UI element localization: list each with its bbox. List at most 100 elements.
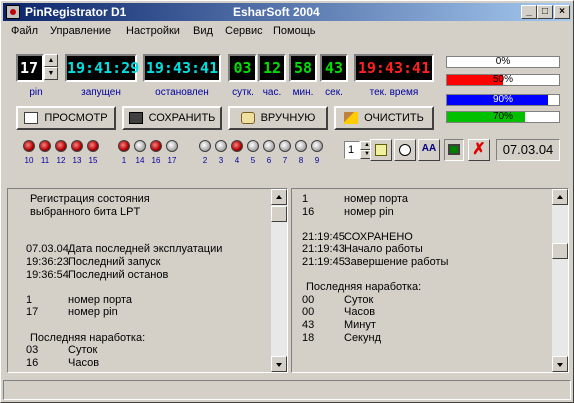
pin-led-14[interactable] — [134, 140, 146, 152]
menu-settings[interactable]: Настройки — [126, 25, 180, 37]
pin-led-7[interactable] — [279, 140, 291, 152]
pin-led-9[interactable] — [311, 140, 323, 152]
pin-led-number: 5 — [250, 156, 256, 165]
edit-button[interactable] — [370, 139, 392, 161]
left-scroll-thumb[interactable] — [271, 206, 287, 222]
right-scroll-up-button[interactable] — [552, 189, 568, 205]
right-scroll-down-button[interactable] — [552, 356, 568, 372]
progress-text-3: 90% — [492, 94, 513, 105]
title-bar[interactable]: PinRegistrator D1 EsharSoft 2004 _ □ × — [3, 3, 571, 21]
progress-bar-3: 90% — [446, 94, 560, 106]
pin-led-10[interactable] — [23, 140, 35, 152]
left-scrollbar[interactable] — [271, 189, 287, 372]
right-log-line: 00 Суток — [296, 294, 548, 307]
menu-help[interactable]: Помощь — [273, 25, 316, 37]
app-title: PinRegistrator D1 — [25, 5, 127, 19]
days-counter: 03 — [228, 54, 257, 82]
seconds-counter: 43 — [320, 54, 348, 82]
left-log-line: 17 номер pin — [20, 306, 267, 319]
left-log-content: Регистрация состояния выбранного бита LP… — [20, 193, 267, 369]
right-scrollbar[interactable] — [552, 189, 568, 372]
current-time-clock: 19:43:41 — [354, 54, 434, 82]
monitor-icon[interactable] — [448, 144, 460, 155]
right-log-line — [296, 218, 548, 231]
minimize-button[interactable]: _ — [521, 5, 537, 19]
pin-led-1[interactable] — [118, 140, 130, 152]
pin-led-8[interactable] — [295, 140, 307, 152]
menu-bar: Файл Управление Настройки Вид Сервис Пом… — [3, 22, 571, 40]
font-button[interactable]: AA — [418, 139, 440, 161]
progress-bar-1: 0% — [446, 56, 560, 68]
pin-led-13[interactable] — [71, 140, 83, 152]
clear-button[interactable]: ОЧИСТИТЬ — [334, 106, 434, 130]
right-scroll-thumb[interactable] — [552, 243, 568, 259]
right-log-value: 21:19:45 — [302, 255, 345, 268]
right-log-line: 16 номер pin — [296, 206, 548, 219]
progress-bar-4: 70% — [446, 111, 560, 123]
menu-file[interactable]: Файл — [11, 25, 38, 37]
pin-led-5[interactable] — [247, 140, 259, 152]
left-scroll-up-button[interactable] — [271, 189, 287, 205]
right-log-text: номер pin — [344, 205, 394, 218]
left-log-value: 16 — [26, 356, 39, 369]
right-log-line: 21:19:45 СОХРАНЕНО — [296, 231, 548, 244]
left-log-line: 03 Суток — [20, 344, 267, 357]
pin-led-16[interactable] — [150, 140, 162, 152]
left-log-line: 19:36:23 Последний запуск — [20, 256, 267, 269]
right-log-line: 00 Часов — [296, 306, 548, 319]
left-scroll-down-button[interactable] — [271, 356, 287, 372]
pin-led-number: 1 — [121, 156, 127, 165]
timer-button[interactable] — [394, 139, 416, 161]
pin-led-number: 9 — [314, 156, 320, 165]
save-button-label: СОХРАНИТЬ — [148, 112, 216, 124]
menu-view[interactable]: Вид — [193, 25, 213, 37]
menu-control[interactable]: Управление — [50, 25, 111, 37]
maximize-button[interactable]: □ — [537, 5, 553, 19]
hand-icon — [240, 112, 255, 125]
left-log-line: 16 Часов — [20, 357, 267, 370]
port-spinner-value[interactable]: 1 — [344, 141, 360, 159]
manual-button[interactable]: ВРУЧНУЮ — [228, 106, 328, 130]
pin-value[interactable]: 17 — [16, 54, 44, 82]
pin-up-button[interactable]: ▲ — [44, 54, 58, 67]
progress-bar-2: 50% — [446, 74, 560, 86]
pin-led-15[interactable] — [87, 140, 99, 152]
right-log-value: 21:19:43 — [302, 243, 345, 256]
pin-down-button[interactable]: ▼ — [44, 67, 58, 80]
pin-led-number: 15 — [88, 156, 98, 165]
view-button[interactable]: ПРОСМОТР — [16, 106, 116, 130]
save-button[interactable]: СОХРАНИТЬ — [122, 106, 222, 130]
manual-button-label: ВРУЧНУЮ — [260, 112, 316, 124]
pin-led-6[interactable] — [263, 140, 275, 152]
left-log-text: Часов — [68, 356, 100, 369]
pin-led-2[interactable] — [199, 140, 211, 152]
pin-led-11[interactable] — [39, 140, 51, 152]
right-log-line: 21:19:43 Начало работы — [296, 243, 548, 256]
exit-button[interactable]: ✗ — [468, 139, 490, 161]
minutes-label: мин. — [292, 87, 314, 98]
clear-button-label: ОЧИСТИТЬ — [364, 112, 424, 124]
pin-led-12[interactable] — [55, 140, 67, 152]
progress-text-1: 0% — [495, 56, 511, 67]
left-log-value: 19:36:23 — [26, 255, 69, 268]
pin-led-3[interactable] — [215, 140, 227, 152]
left-log-line: выбранного бита LPT — [20, 206, 267, 219]
left-log-line: 19:36:54 Последний останов — [20, 269, 267, 282]
toolbar-separator — [444, 139, 464, 161]
right-log-line: 18 Секунд — [296, 332, 548, 345]
app-icon[interactable] — [6, 5, 20, 19]
right-log-text: СОХРАНЕНО — [344, 230, 413, 243]
right-log-value: 18 — [302, 331, 315, 344]
pin-led-17[interactable] — [166, 140, 178, 152]
left-log-panel: Регистрация состояния выбранного бита LP… — [7, 188, 288, 373]
right-log-text: Начало работы — [344, 243, 423, 256]
right-log-line — [296, 269, 548, 282]
right-log-value: 43 — [302, 318, 315, 331]
right-log-text: Последняя наработка: — [306, 281, 422, 294]
left-log-line — [20, 231, 267, 244]
left-log-text: Суток — [68, 344, 98, 357]
pin-led-4[interactable] — [231, 140, 243, 152]
menu-service[interactable]: Сервис — [225, 25, 263, 37]
close-button[interactable]: × — [554, 5, 570, 19]
app-window: PinRegistrator D1 EsharSoft 2004 _ □ × Ф… — [0, 0, 574, 403]
